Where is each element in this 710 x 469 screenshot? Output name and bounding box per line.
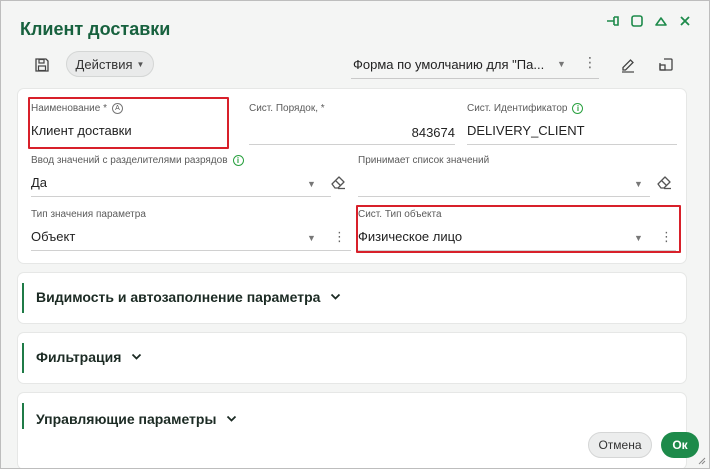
main-fields-card: Наименование * A Клиент доставки Сист. П… [18,89,686,263]
resize-grip-icon[interactable] [696,455,706,465]
cancel-button[interactable]: Отмена [588,432,652,458]
name-field[interactable]: Наименование * A Клиент доставки [31,103,226,143]
field-underline [31,250,351,251]
section-accent-bar [22,283,24,313]
maximize-icon[interactable] [627,11,647,31]
toolbar: Действия ▼ Форма по умолчанию для "Па...… [1,47,709,83]
section-title-visibility: Видимость и автозаполнение параметра [36,289,321,305]
chevron-down-icon [227,415,237,422]
param-value-type-value: Объект [31,229,76,244]
caret-down-icon: ▼ [307,233,316,243]
digit-separators-value: Да [31,175,48,190]
section-accent-bar [22,343,24,373]
caret-down-icon: ▼ [557,59,566,69]
section-filtering[interactable]: Фильтрация [18,333,686,383]
order-field[interactable]: Сист. Порядок, * 843674 [249,103,455,145]
identifier-field[interactable]: Сист. Идентификатор i DELIVERY_CLIENT [467,103,677,145]
chevron-down-icon [132,353,142,360]
object-type-label: Сист. Тип объекта [358,209,442,220]
object-type-value: Физическое лицо [358,229,463,244]
chevron-down-icon [331,293,341,300]
object-type-select[interactable]: Сист. Тип объекта Физическое лицо ▼ ⋮ [358,209,676,251]
collapse-icon[interactable] [651,11,671,31]
close-icon[interactable] [675,11,695,31]
caret-down-icon: ▼ [634,179,643,189]
name-label: Наименование * [31,103,107,114]
section-accent-bar [22,403,24,429]
dock-icon[interactable] [603,11,623,31]
section-title-control-params: Управляющие параметры [36,411,217,427]
order-label: Сист. Порядок, * [249,103,325,114]
actions-button[interactable]: Действия ▼ [66,51,154,77]
info-icon[interactable]: i [572,103,584,114]
save-icon[interactable] [32,55,52,75]
field-underline [358,250,676,251]
required-a-icon: A [112,103,123,114]
field-underline [31,196,331,197]
accepts-list-select[interactable]: Принимает список значений ▼ [358,155,650,197]
field-underline [358,196,650,197]
section-visibility[interactable]: Видимость и автозаполнение параметра [18,273,686,323]
open-window-icon[interactable] [656,55,676,75]
dialog-window: Клиент доставки Действия ▼ Форма по умол… [0,0,710,469]
eraser-icon[interactable] [655,173,673,191]
digit-separators-label: Ввод значений с разделителями разрядов [31,155,228,166]
section-title-filtering: Фильтрация [36,349,122,365]
window-controls [603,11,695,31]
actions-label: Действия [75,56,133,72]
order-value: 843674 [411,125,455,140]
caret-down-icon: ▼ [634,233,643,243]
digit-separators-select[interactable]: Ввод значений с разделителями разрядов i… [31,155,331,197]
accepts-list-label: Принимает список значений [358,155,490,166]
ok-button[interactable]: Ок [661,432,699,458]
param-value-type-select[interactable]: Тип значения параметра Объект ▼ ⋮ [31,209,351,251]
edit-form-icon[interactable] [618,55,638,75]
dialog-title: Клиент доставки [20,19,171,39]
form-select-value: Форма по умолчанию для "Па... [353,57,545,72]
field-underline [249,144,455,145]
identifier-label: Сист. Идентификатор [467,103,568,114]
section-control-params[interactable]: Управляющие параметры [18,393,686,468]
info-icon[interactable]: i [232,155,244,166]
identifier-value: DELIVERY_CLIENT [467,123,585,138]
field-underline [467,144,677,145]
form-select[interactable]: Форма по умолчанию для "Па... ▼ ⋮ [351,51,599,79]
eraser-icon[interactable] [329,173,347,191]
param-value-type-label: Тип значения параметра [31,209,146,220]
caret-down-icon: ▼ [136,59,145,69]
kebab-menu-icon[interactable]: ⋮ [660,230,673,243]
name-value: Клиент доставки [31,123,132,138]
caret-down-icon: ▼ [307,179,316,189]
kebab-menu-icon[interactable]: ⋮ [333,230,346,243]
kebab-menu-icon[interactable]: ⋮ [583,55,597,69]
